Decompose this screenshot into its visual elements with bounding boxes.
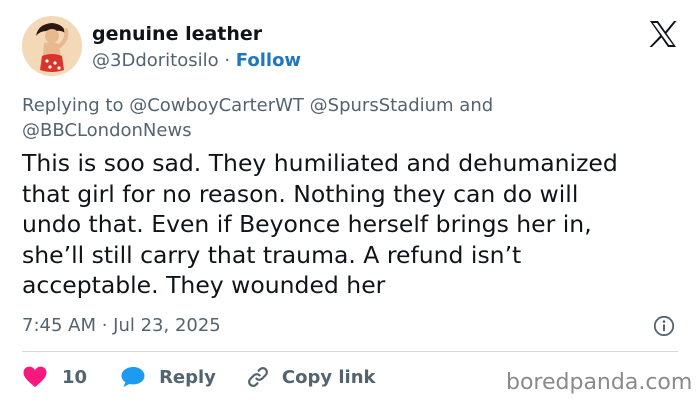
avatar-image (22, 16, 82, 76)
replying-to-joiner: and (453, 95, 494, 116)
mention-spursstadium[interactable]: @SpursStadium (310, 95, 454, 116)
mention-cowboycarterwt[interactable]: @CowboyCarterWT (129, 95, 304, 116)
watermark: boredpanda.com (506, 370, 693, 395)
handle-separator: · (218, 50, 236, 71)
link-icon (247, 367, 268, 387)
tweet-card: genuine leather @3Ddoritosilo · Follow R… (0, 0, 700, 405)
display-name[interactable]: genuine leather (92, 22, 301, 46)
action-bar: 10 Reply Copy link (22, 364, 376, 390)
reply-label: Reply (159, 366, 216, 388)
heart-icon (23, 366, 47, 387)
handle-row: @3Ddoritosilo · Follow (92, 50, 301, 72)
replying-to-prefix: Replying to (22, 95, 130, 116)
copy-link-button[interactable]: Copy link (246, 365, 376, 389)
speech-bubble-icon (121, 367, 145, 387)
avatar[interactable] (22, 16, 82, 76)
replying-to: Replying to @CowboyCarterWT @SpursStadiu… (22, 93, 672, 143)
divider (22, 351, 678, 352)
follow-button[interactable]: Follow (236, 50, 301, 71)
mention-bbclondonnews[interactable]: @BBCLondonNews (22, 120, 192, 141)
tweet-timestamp[interactable]: 7:45 AM · Jul 23, 2025 (22, 314, 221, 338)
like-count: 10 (62, 366, 88, 388)
copy-link-label: Copy link (281, 366, 376, 388)
x-logo-icon[interactable] (648, 20, 678, 48)
user-block: genuine leather @3Ddoritosilo · Follow (92, 22, 301, 72)
info-icon[interactable] (653, 315, 675, 337)
user-handle[interactable]: @3Ddoritosilo (92, 50, 219, 71)
tweet-text: This is soo sad. They humiliated and deh… (22, 149, 618, 299)
like-button[interactable]: 10 (22, 365, 87, 389)
reply-button[interactable]: Reply (120, 365, 216, 389)
